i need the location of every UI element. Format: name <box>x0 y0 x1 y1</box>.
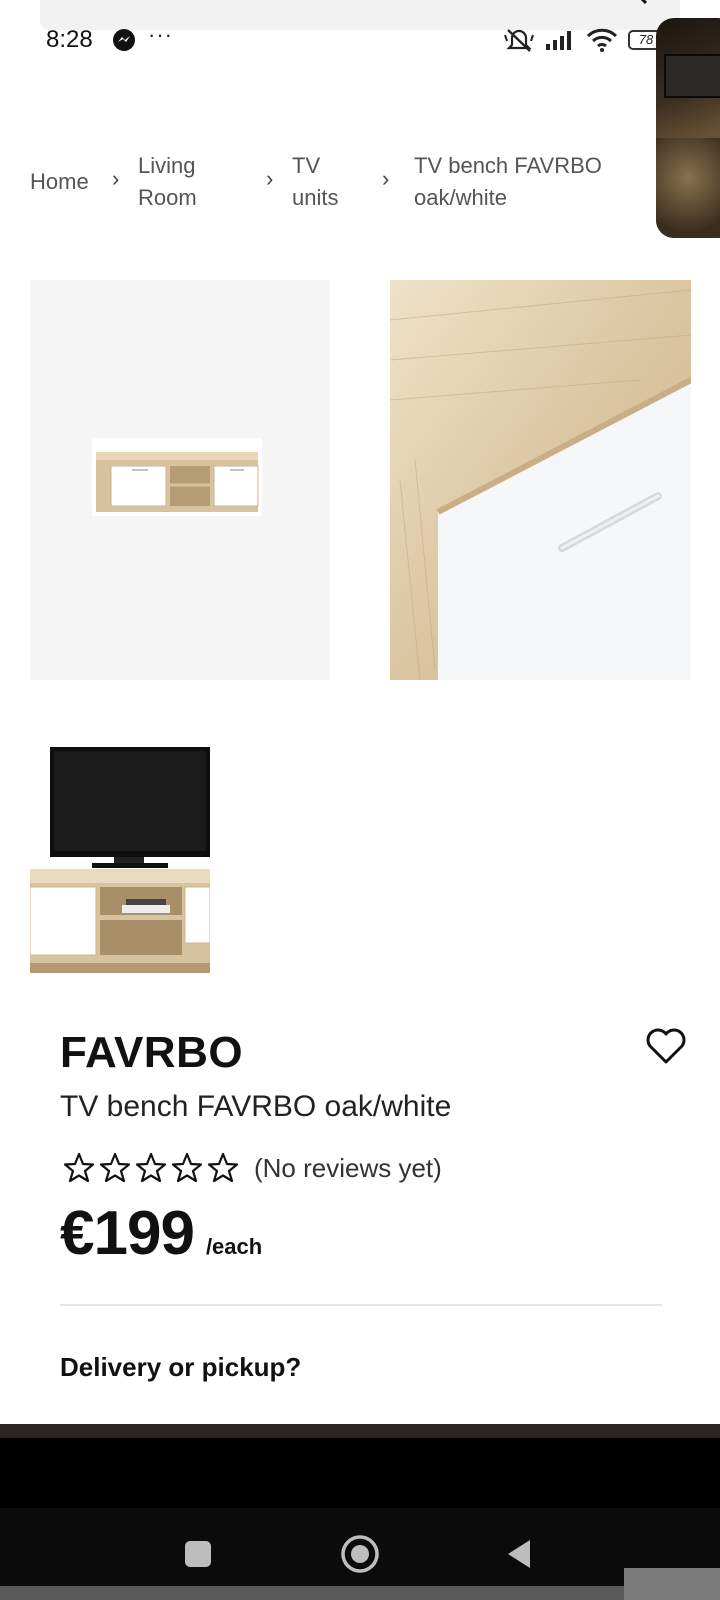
reviews-text: (No reviews yet) <box>254 1152 442 1183</box>
status-indicators: 78 <box>504 26 664 54</box>
delivery-or-pickup[interactable]: Delivery or pickup? <box>60 1352 301 1383</box>
heart-outline-icon[interactable] <box>644 1024 688 1068</box>
price-value: €199 <box>60 1199 195 1268</box>
product-price: €199 /each <box>60 1198 262 1269</box>
thumbnail-sofa <box>656 138 720 238</box>
breadcrumb-tv-units[interactable]: TV units <box>292 150 338 214</box>
messenger-icon <box>113 29 135 51</box>
breadcrumb-living-room[interactable]: Living Room <box>138 150 197 214</box>
back-icon[interactable] <box>500 1532 544 1576</box>
breadcrumb-label: Living <box>138 153 196 178</box>
breadcrumb-label: Room <box>138 185 197 210</box>
silent-icon <box>504 29 534 52</box>
product-description: TV bench FAVRBO oak/white <box>60 1090 452 1123</box>
price-unit: /each <box>205 1234 263 1259</box>
product-image-detail[interactable] <box>390 280 691 680</box>
star-outline-icon <box>207 1152 239 1183</box>
search-icon[interactable] <box>622 0 648 10</box>
breadcrumb-label: TV <box>292 153 321 178</box>
product-image-context[interactable] <box>30 745 210 973</box>
wood-detail-illustration <box>390 280 691 680</box>
star-outline-icon <box>63 1152 95 1183</box>
product-rating[interactable]: (No reviews yet) <box>62 1150 442 1186</box>
wifi-icon <box>586 28 618 52</box>
breadcrumb-separator: › <box>266 166 274 191</box>
status-overflow: ··· <box>148 22 173 47</box>
star-outline-icon <box>135 1152 167 1183</box>
divider <box>60 1304 662 1306</box>
tv-on-bench-illustration <box>30 747 210 973</box>
breadcrumb-separator: › <box>112 166 120 191</box>
rating-stars <box>62 1151 240 1185</box>
home-icon[interactable] <box>338 1532 382 1576</box>
breadcrumb: Home › Living Room › TV units › TV bench… <box>30 150 650 220</box>
status-bar: 8:28 ··· 78 <box>0 18 720 62</box>
bottom-black-area <box>0 1438 720 1508</box>
breadcrumb-current: TV bench FAVRBO oak/white <box>414 150 602 214</box>
breadcrumb-label: units <box>292 185 339 210</box>
breadcrumb-label: oak/white <box>414 185 507 210</box>
gesture-bar <box>0 1586 720 1600</box>
recent-apps-icon[interactable] <box>176 1532 220 1576</box>
thumbnail-window <box>664 54 720 98</box>
signal-icon <box>546 31 571 50</box>
breadcrumb-separator: › <box>382 166 390 191</box>
product-image-main[interactable] <box>30 280 330 680</box>
status-time: 8:28 <box>46 26 93 53</box>
star-outline-icon <box>99 1152 131 1183</box>
breadcrumb-label: TV bench FAVRBO <box>414 153 602 178</box>
star-outline-icon <box>171 1152 203 1183</box>
floating-video-thumbnail[interactable] <box>656 18 720 238</box>
bottom-strip <box>0 1424 720 1438</box>
breadcrumb-home[interactable]: Home <box>30 166 89 198</box>
nav-corner <box>624 1568 720 1600</box>
tv-bench-illustration <box>92 438 262 516</box>
product-brand: FAVRBO <box>60 1028 244 1077</box>
